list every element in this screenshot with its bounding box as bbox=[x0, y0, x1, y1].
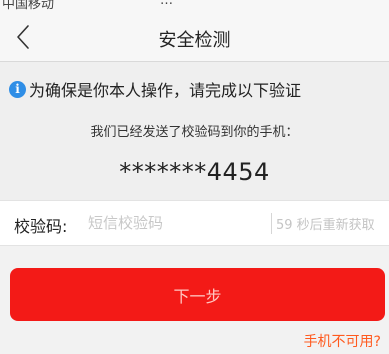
phone-unavailable-link[interactable]: 手机不可用? bbox=[304, 331, 381, 351]
code-label: 校验码: bbox=[14, 217, 68, 236]
verification-code-row: 校验码: 59 秒后重新获取 bbox=[0, 200, 389, 246]
instruction-text: 为确保是你本人操作，请完成以下验证 bbox=[29, 81, 302, 100]
masked-phone-number: *******4454 bbox=[119, 158, 270, 186]
page-title: 安全检测 bbox=[158, 30, 231, 51]
sent-message: 我们已经发送了校验码到你的手机： bbox=[90, 125, 299, 140]
info-icon: i bbox=[9, 80, 26, 98]
navigation-bar: 安全检测 bbox=[0, 12, 389, 62]
status-bar: 中国移动 … bbox=[0, 0, 389, 12]
resend-countdown[interactable]: 59 秒后重新获取 bbox=[276, 214, 375, 233]
instruction-line: i 为确保是你本人操作，请完成以下验证 bbox=[9, 78, 301, 100]
verification-notice: i 为确保是你本人操作，请完成以下验证 我们已经发送了校验码到你的手机： ***… bbox=[0, 62, 389, 212]
next-step-button[interactable]: 下一步 bbox=[10, 268, 385, 321]
input-divider bbox=[271, 213, 272, 234]
sms-code-input[interactable] bbox=[88, 209, 258, 237]
carrier-text: 中国移动 bbox=[2, 0, 55, 12]
status-center-text: … bbox=[160, 0, 173, 8]
